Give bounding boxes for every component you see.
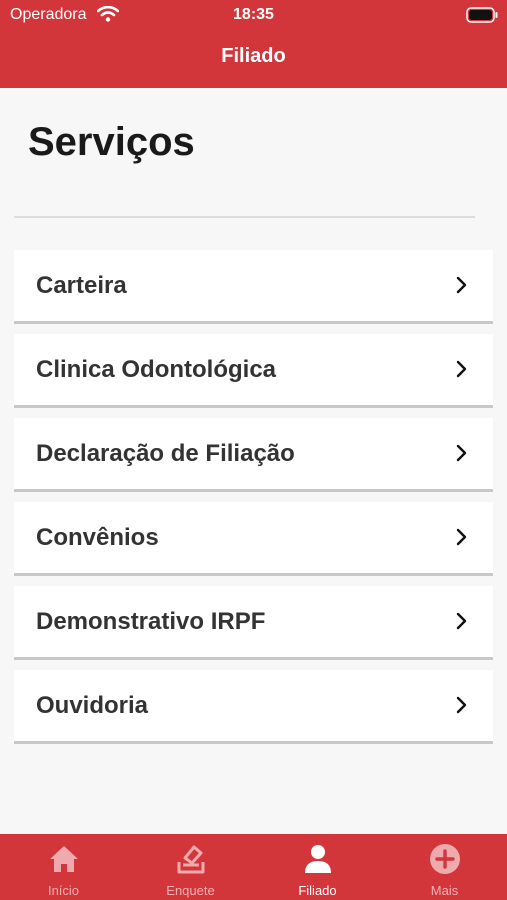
service-label: Ouvidoria [36, 692, 149, 719]
service-label: Carteira [36, 272, 127, 299]
service-row-declaracao-filiacao[interactable]: Declaração de Filiação [14, 418, 493, 492]
service-label: Declaração de Filiação [36, 440, 295, 467]
page-title: Serviços [28, 120, 195, 164]
tab-enquete[interactable]: Enquete [127, 834, 254, 900]
service-row-carteira[interactable]: Carteira [14, 250, 493, 324]
ballot-icon [177, 845, 205, 874]
tab-label: Enquete [166, 883, 215, 898]
chevron-right-icon [456, 612, 467, 630]
tab-label: Início [47, 883, 80, 898]
tab-filiado[interactable]: Filiado [254, 834, 381, 900]
chevron-right-icon [456, 360, 467, 378]
tab-mais[interactable]: Mais [381, 834, 507, 900]
service-row-convenios[interactable]: Convênios [14, 502, 493, 576]
service-label: Clinica Odontológica [36, 356, 277, 383]
plus-circle-icon [430, 844, 460, 874]
battery-icon [466, 7, 498, 23]
status-bar: Operadora 18:35 [0, 0, 507, 32]
service-row-clinica-odontologica[interactable]: Clinica Odontológica [14, 334, 493, 408]
clock: 18:35 [233, 6, 274, 23]
tab-bar: Início Enquete Filiado Mais [0, 834, 507, 900]
nav-title: Filiado [221, 45, 286, 67]
chevron-right-icon [456, 444, 467, 462]
header: Operadora 18:35 Filiado [0, 0, 507, 88]
chevron-right-icon [456, 528, 467, 546]
services-list: Carteira Clinica Odontológica Declaração… [14, 250, 493, 754]
chevron-right-icon [456, 696, 467, 714]
tab-inicio[interactable]: Início [0, 834, 127, 900]
service-row-demonstrativo-irpf[interactable]: Demonstrativo IRPF [14, 586, 493, 660]
person-icon [305, 845, 331, 873]
home-icon [50, 846, 78, 872]
service-row-ouvidoria[interactable]: Ouvidoria [14, 670, 493, 744]
tab-label: Filiado [298, 883, 337, 898]
divider [14, 216, 475, 218]
tab-label: Mais [430, 883, 459, 898]
chevron-right-icon [456, 276, 467, 294]
service-label: Convênios [36, 524, 159, 551]
service-label: Demonstrativo IRPF [36, 608, 266, 635]
